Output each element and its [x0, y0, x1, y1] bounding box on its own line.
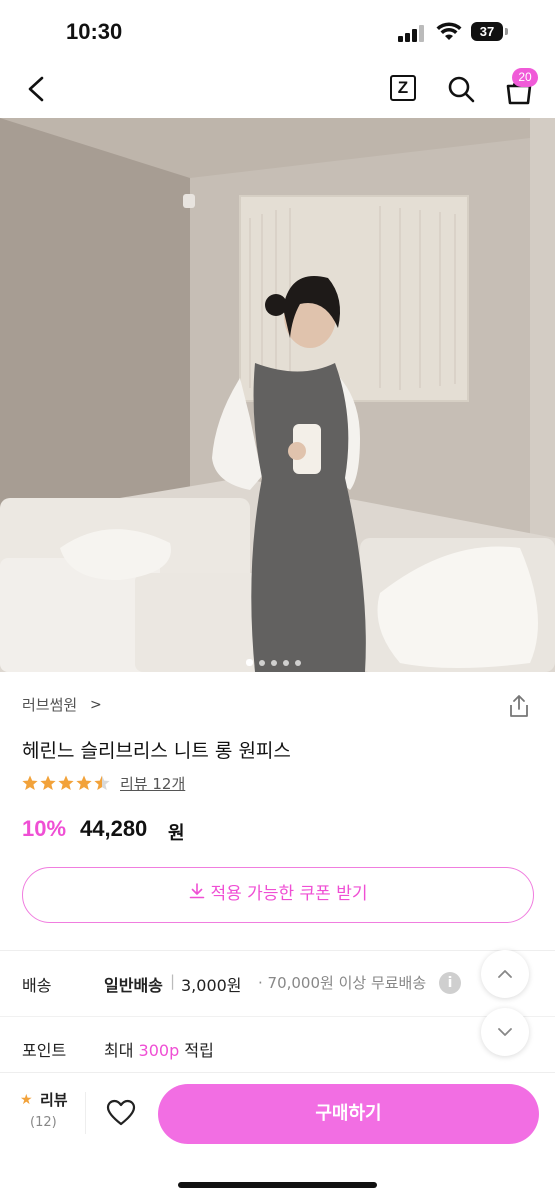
points-prefix: 최대	[104, 1041, 134, 1060]
star-icon	[76, 775, 92, 790]
review-tab-count: (12)	[30, 1115, 57, 1130]
back-arrow-icon[interactable]	[22, 74, 52, 104]
shipping-label: 배송	[22, 976, 52, 995]
half-star-icon	[94, 775, 110, 790]
coupon-label: 적용 가능한 쿠폰 받기	[210, 884, 368, 904]
brand-name-link[interactable]: 러브썸원	[22, 694, 77, 715]
carousel-dot[interactable]	[259, 660, 265, 666]
top-nav: Z	[0, 62, 555, 118]
product-photo-illustration	[0, 118, 555, 672]
carousel-dot[interactable]	[271, 660, 277, 666]
battery-cap	[505, 28, 508, 35]
sale-price: 44,280	[80, 816, 148, 841]
status-bar: 10:30 37	[0, 0, 555, 62]
star-icon	[40, 775, 56, 790]
battery-icon: 37	[471, 22, 503, 41]
cart-count-badge: 20	[512, 68, 538, 87]
scroll-down-button[interactable]	[481, 1008, 529, 1056]
row-divider	[0, 1016, 555, 1017]
buy-button[interactable]: 구매하기	[158, 1084, 539, 1144]
shipping-separator: |	[170, 972, 176, 990]
download-icon	[189, 883, 204, 899]
carousel-indicator	[246, 651, 307, 666]
info-icon[interactable]: i	[439, 972, 461, 994]
review-count-link[interactable]: 리뷰 12개	[120, 773, 185, 794]
chevron-up-icon	[498, 970, 512, 978]
star-icon	[22, 775, 38, 790]
points-suffix: 적립	[184, 1041, 214, 1060]
zigzag-logo-icon[interactable]: Z	[390, 75, 416, 101]
wifi-icon	[436, 22, 462, 40]
product-image[interactable]	[0, 118, 555, 672]
free-shipping-info: · 70,000원 이상 무료배송	[258, 974, 427, 992]
points-value: 300p	[138, 1041, 180, 1060]
cellular-signal-icon	[398, 24, 428, 42]
carousel-dot[interactable]	[283, 660, 289, 666]
get-coupon-button[interactable]: 적용 가능한 쿠폰 받기	[22, 867, 534, 923]
status-time: 10:30	[66, 19, 123, 44]
points-info: 최대 300p 적립	[104, 1037, 214, 1061]
chevron-down-icon	[498, 1028, 512, 1036]
scroll-up-button[interactable]	[481, 950, 529, 998]
search-icon[interactable]	[446, 74, 476, 104]
chevron-right-icon[interactable]: >	[90, 697, 102, 713]
review-tab-label[interactable]: 리뷰	[40, 1089, 68, 1110]
price-unit: 원	[168, 823, 185, 844]
rating-stars	[22, 775, 110, 790]
product-title: 헤린느 슬리브리스 니트 롱 원피스	[22, 740, 291, 762]
shipping-fee: 3,000원	[181, 976, 242, 995]
review-star-icon: ★	[20, 1092, 33, 1108]
discount-rate: 10%	[22, 816, 67, 841]
carousel-dot-active[interactable]	[246, 659, 253, 666]
home-indicator	[178, 1182, 377, 1188]
carousel-dot[interactable]	[295, 660, 301, 666]
vertical-divider	[85, 1092, 86, 1134]
section-divider	[0, 950, 555, 951]
heart-icon[interactable]	[106, 1099, 136, 1127]
points-label: 포인트	[22, 1041, 67, 1060]
share-icon[interactable]	[508, 694, 530, 718]
star-icon	[58, 775, 74, 790]
shipping-type: 일반배송	[104, 976, 163, 995]
